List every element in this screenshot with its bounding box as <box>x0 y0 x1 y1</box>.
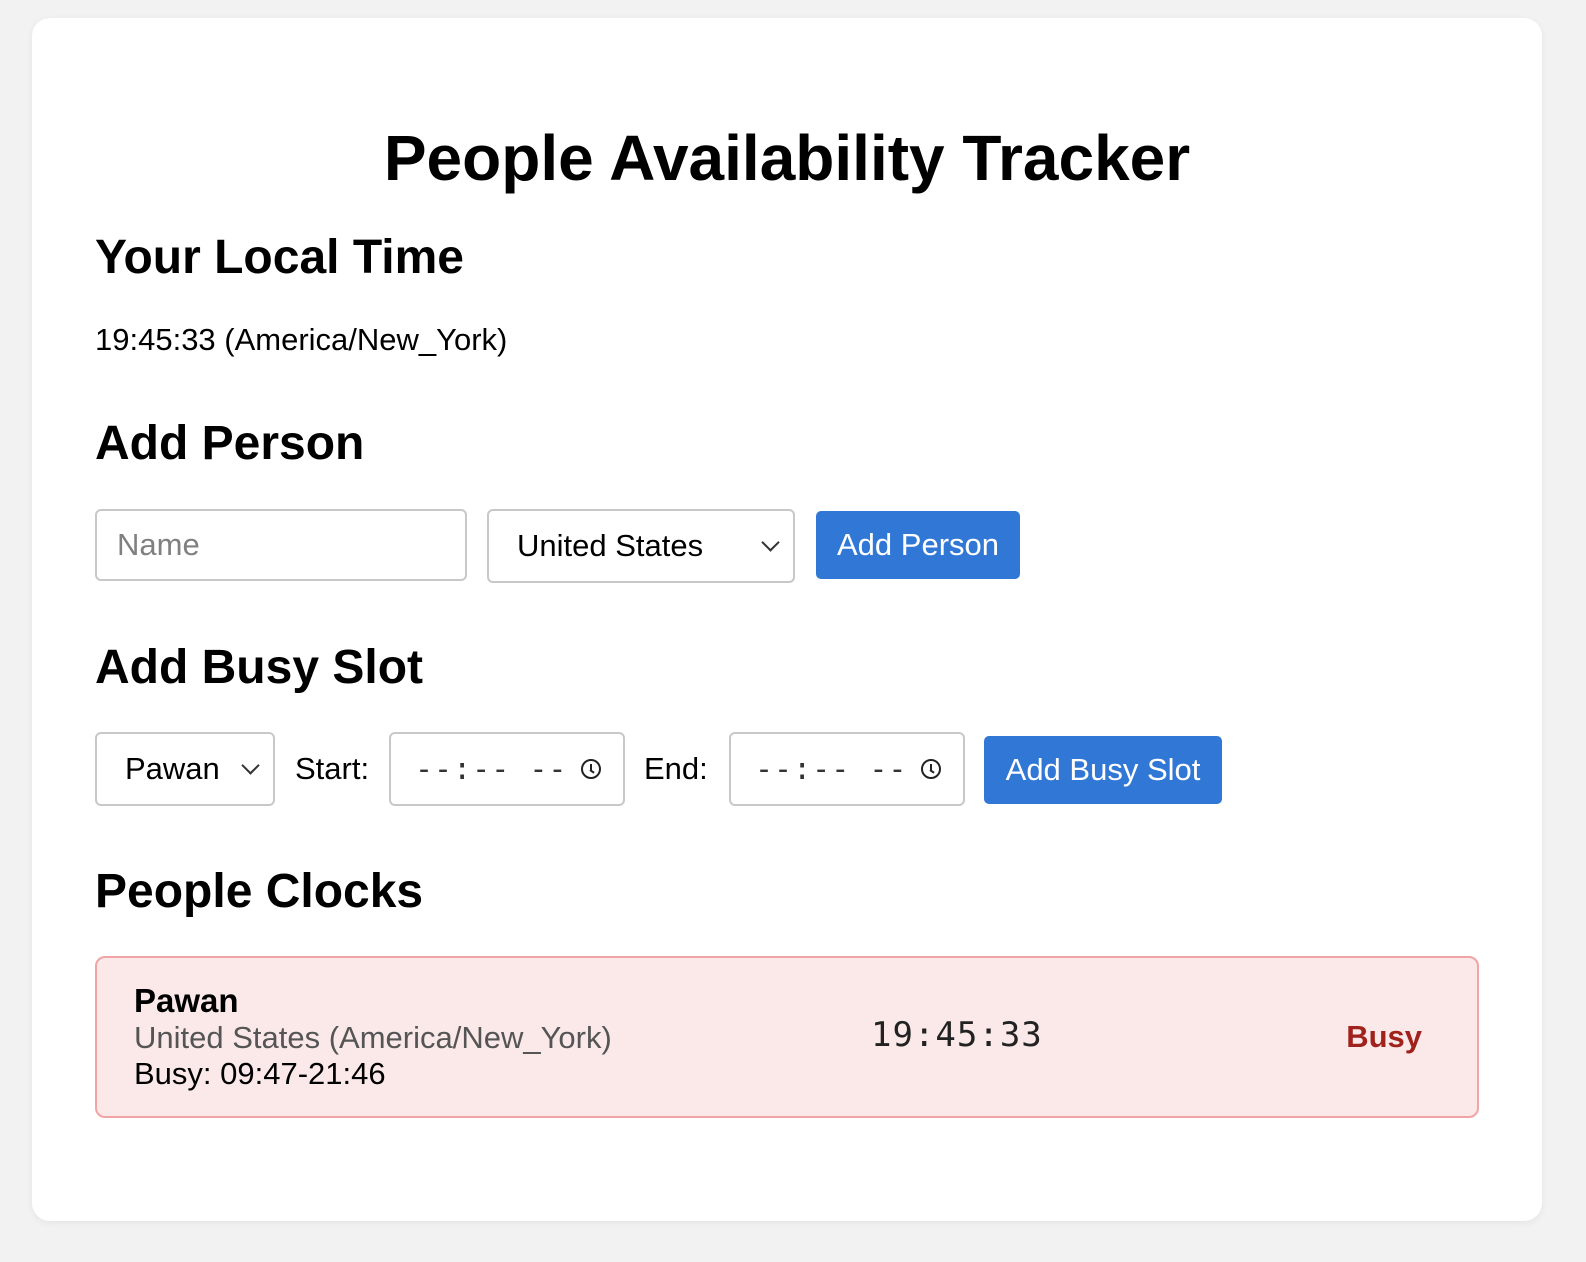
country-select-value: United States <box>517 528 704 563</box>
local-time-value: 19:45:33 (America/New_York) <box>95 322 508 357</box>
person-location: United States (America/New_York) <box>134 1020 612 1055</box>
person-name: Pawan <box>134 982 239 1019</box>
clock-icon[interactable] <box>921 759 941 779</box>
start-label: Start: <box>295 751 370 786</box>
local-time-heading: Your Local Time <box>95 231 464 284</box>
start-time-input[interactable]: --:-- -- <box>389 732 625 806</box>
person-busy-range: Busy: 09:47-21:46 <box>134 1056 386 1091</box>
end-time-input[interactable]: --:-- -- <box>729 732 965 806</box>
person-clock: 19:45:33 <box>871 1015 1043 1055</box>
add-busy-slot-heading: Add Busy Slot <box>95 641 424 694</box>
add-person-button[interactable]: Add Person <box>816 511 1020 579</box>
person-clock-card: Pawan United States (America/New_York) B… <box>95 956 1479 1118</box>
main-card: People Availability Tracker Your Local T… <box>32 18 1542 1221</box>
end-label: End: <box>644 751 708 786</box>
status-badge: Busy <box>1346 1019 1422 1054</box>
chevron-down-icon <box>241 755 260 775</box>
person-select-value: Pawan <box>125 751 220 786</box>
add-busy-slot-button[interactable]: Add Busy Slot <box>984 736 1222 804</box>
chevron-down-icon <box>761 532 780 552</box>
add-person-heading: Add Person <box>95 417 365 470</box>
country-select[interactable]: United States <box>487 509 795 583</box>
end-time-placeholder: --:-- -- <box>755 751 908 787</box>
start-time-placeholder: --:-- -- <box>415 751 568 787</box>
person-select[interactable]: Pawan <box>95 732 275 806</box>
page-title: People Availability Tracker <box>383 122 1191 194</box>
clock-icon[interactable] <box>581 759 601 779</box>
people-clocks-heading: People Clocks <box>95 865 424 918</box>
name-input[interactable] <box>95 509 467 581</box>
